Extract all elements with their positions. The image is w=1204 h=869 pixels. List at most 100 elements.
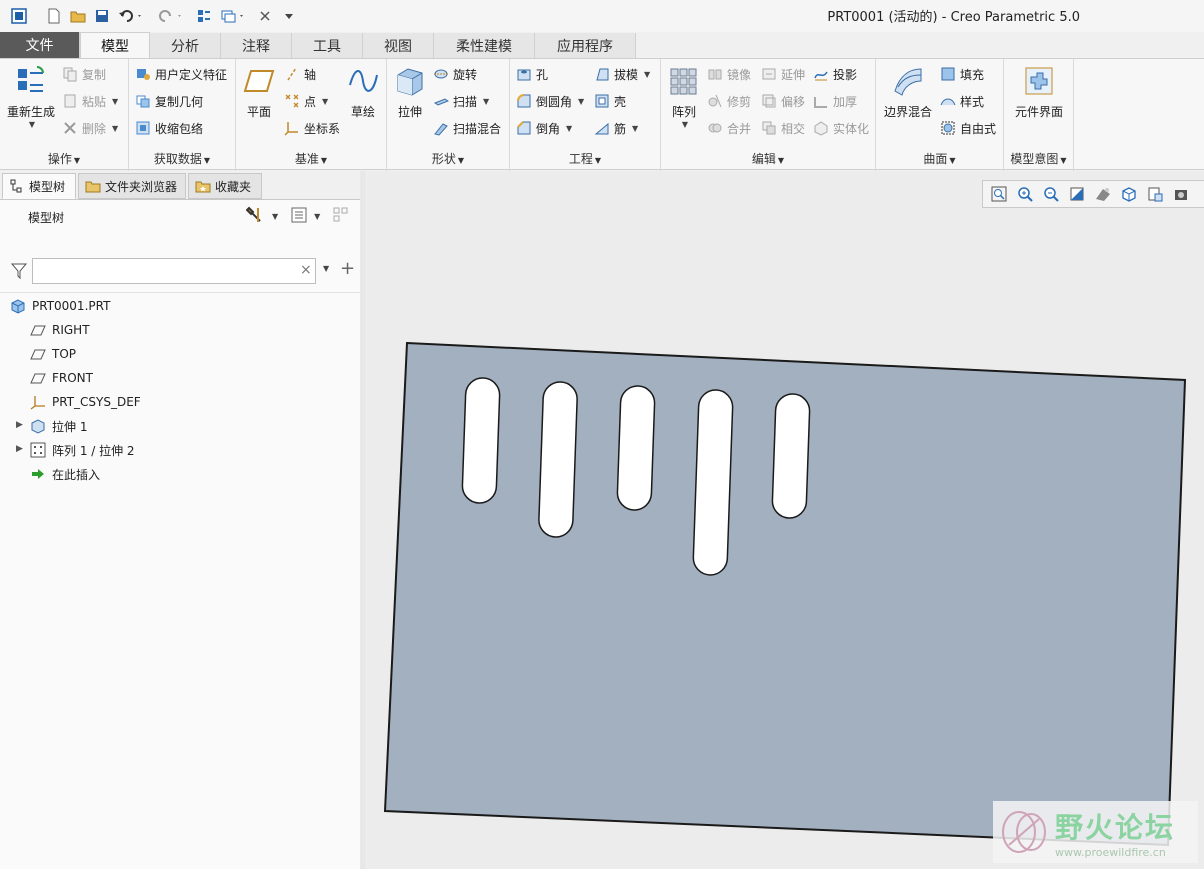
tab-model[interactable]: 模型 bbox=[80, 32, 150, 59]
offset-button[interactable]: 偏移 bbox=[761, 90, 805, 112]
tree-item-part[interactable]: PRT0001.PRT bbox=[10, 296, 110, 316]
extrude-button[interactable]: 拉伸 bbox=[393, 65, 427, 120]
open-folder-icon[interactable] bbox=[68, 6, 88, 26]
shell-button[interactable]: 壳 bbox=[594, 90, 626, 112]
group-label-shapes[interactable]: 形状 ▼ bbox=[387, 150, 509, 167]
chevron-down-icon[interactable]: ▼ bbox=[632, 124, 638, 133]
tree-item-csys[interactable]: PRT_CSYS_DEF bbox=[30, 392, 141, 412]
settings-tools-icon[interactable] bbox=[245, 206, 266, 227]
group-label-surfaces[interactable]: 曲面 ▼ bbox=[876, 150, 1003, 167]
boundary-blend-button[interactable]: 边界混合 bbox=[882, 65, 934, 120]
group-label-model-intent[interactable]: 模型意图 ▼ bbox=[1004, 150, 1073, 167]
add-filter-icon[interactable]: + bbox=[340, 258, 355, 279]
style-button[interactable]: 样式 bbox=[940, 90, 984, 112]
filter-icon[interactable] bbox=[10, 262, 28, 283]
mirror-button[interactable]: 镜像 bbox=[707, 63, 751, 85]
tab-tools[interactable]: 工具 bbox=[292, 33, 363, 58]
tab-favorites[interactable]: 收藏夹 bbox=[188, 173, 262, 199]
csys-button[interactable]: 坐标系 bbox=[284, 117, 340, 139]
freestyle-button[interactable]: 自由式 bbox=[940, 117, 996, 139]
tab-model-tree[interactable]: 模型树 bbox=[2, 173, 76, 199]
redo-icon[interactable] bbox=[156, 6, 186, 26]
chamfer-button[interactable]: 倒角 ▼ bbox=[516, 117, 572, 139]
tree-item-extrude-1[interactable]: 拉伸 1 bbox=[30, 416, 87, 436]
solidify-button[interactable]: 实体化 bbox=[813, 117, 869, 139]
save-icon[interactable] bbox=[92, 6, 112, 26]
tree-item-insert-here[interactable]: 在此插入 bbox=[30, 464, 100, 484]
windows-icon[interactable] bbox=[218, 6, 248, 26]
tree-item-front[interactable]: FRONT bbox=[30, 368, 93, 388]
expand-arrow-icon[interactable]: ▶ bbox=[16, 444, 23, 454]
tree-search-input[interactable] bbox=[32, 258, 316, 284]
group-label-get-data[interactable]: 获取数据 ▼ bbox=[129, 150, 235, 167]
fill-button[interactable]: 填充 bbox=[940, 63, 984, 85]
chevron-down-icon[interactable]: ▼ bbox=[682, 120, 688, 129]
show-columns-icon[interactable] bbox=[290, 206, 308, 227]
revolve-button[interactable]: 旋转 bbox=[433, 63, 477, 85]
undo-icon[interactable] bbox=[116, 6, 146, 26]
intersect-button[interactable]: 相交 bbox=[761, 117, 805, 139]
expand-arrow-icon[interactable]: ▶ bbox=[16, 420, 23, 430]
regenerate-icon bbox=[18, 66, 44, 92]
regenerate-button[interactable]: 重新生成 ▼ bbox=[6, 65, 56, 129]
tab-folder-browser[interactable]: 文件夹浏览器 bbox=[78, 173, 186, 199]
tree-item-pattern-1[interactable]: 阵列 1 / 拉伸 2 bbox=[30, 440, 135, 460]
merge-button[interactable]: 合并 bbox=[707, 117, 751, 139]
group-label-editing[interactable]: 编辑 ▼ bbox=[661, 150, 875, 167]
chevron-down-icon[interactable]: ▼ bbox=[112, 97, 118, 106]
pattern-button[interactable]: 阵列 ▼ bbox=[667, 65, 701, 129]
panel-sash[interactable] bbox=[360, 171, 366, 869]
tab-view[interactable]: 视图 bbox=[363, 33, 434, 58]
extend-button[interactable]: 延伸 bbox=[761, 63, 805, 85]
rib-button[interactable]: 筋 ▼ bbox=[594, 117, 638, 139]
sweep-button[interactable]: 扫描 ▼ bbox=[433, 90, 489, 112]
trim-button[interactable]: 修剪 bbox=[707, 90, 751, 112]
tab-applications[interactable]: 应用程序 bbox=[535, 33, 636, 58]
sketch-button[interactable]: 草绘 bbox=[344, 65, 382, 120]
graphics-window[interactable]: 野火论坛 www.proewildfire.cn bbox=[367, 171, 1204, 869]
close-window-icon[interactable] bbox=[256, 6, 274, 26]
group-model-intent: 元件界面 模型意图 ▼ bbox=[1004, 59, 1074, 171]
tree-item-right[interactable]: RIGHT bbox=[30, 320, 90, 340]
plane-button[interactable]: 平面 bbox=[242, 65, 276, 120]
delete-button[interactable]: 删除 ▼ bbox=[62, 117, 118, 139]
udf-button[interactable]: 用户定义特征 bbox=[135, 63, 227, 85]
hole-button[interactable]: 孔 bbox=[516, 63, 548, 85]
clear-search-icon[interactable]: × bbox=[300, 262, 312, 278]
axis-button[interactable]: 轴 bbox=[284, 63, 316, 85]
project-button[interactable]: 投影 bbox=[813, 63, 857, 85]
round-button[interactable]: 倒圆角 ▼ bbox=[516, 90, 584, 112]
thicken-button[interactable]: 加厚 bbox=[813, 90, 857, 112]
point-button[interactable]: 点 ▼ bbox=[284, 90, 328, 112]
chevron-down-icon[interactable]: ▼ bbox=[644, 70, 650, 79]
swept-blend-button[interactable]: 扫描混合 bbox=[433, 117, 501, 139]
chevron-down-icon[interactable]: ▼ bbox=[112, 124, 118, 133]
group-label-datum[interactable]: 基准 ▼ bbox=[236, 150, 386, 167]
chevron-down-icon[interactable]: ▼ bbox=[483, 97, 489, 106]
copy-button[interactable]: 复制 bbox=[62, 63, 106, 85]
component-interface-button[interactable]: 元件界面 bbox=[1010, 65, 1068, 120]
chevron-down-icon[interactable]: ▼ bbox=[323, 264, 329, 273]
group-label-operations[interactable]: 操作 ▼ bbox=[0, 150, 128, 167]
chevron-down-icon[interactable]: ▼ bbox=[578, 97, 584, 106]
chevron-down-icon[interactable]: ▼ bbox=[29, 120, 35, 129]
tab-annotate[interactable]: 注释 bbox=[221, 33, 292, 58]
tab-file[interactable]: 文件 bbox=[0, 32, 80, 58]
copy-geometry-button[interactable]: 复制几何 bbox=[135, 90, 203, 112]
chevron-down-icon[interactable]: ▼ bbox=[272, 212, 278, 221]
new-file-icon[interactable] bbox=[44, 6, 64, 26]
chevron-down-icon[interactable]: ▼ bbox=[314, 212, 320, 221]
regenerate-quick-icon[interactable] bbox=[194, 6, 214, 26]
tab-flexible-modeling[interactable]: 柔性建模 bbox=[434, 33, 535, 58]
tree-filter-grid-icon[interactable] bbox=[332, 206, 350, 227]
tree-item-top[interactable]: TOP bbox=[30, 344, 76, 364]
chevron-down-icon[interactable]: ▼ bbox=[566, 124, 572, 133]
shrinkwrap-button[interactable]: 收缩包络 bbox=[135, 117, 203, 139]
tab-analysis[interactable]: 分析 bbox=[150, 33, 221, 58]
paste-button[interactable]: 粘贴 ▼ bbox=[62, 90, 118, 112]
customize-toolbar-icon[interactable] bbox=[280, 6, 298, 26]
chevron-down-icon[interactable]: ▼ bbox=[322, 97, 328, 106]
group-label-engineering[interactable]: 工程 ▼ bbox=[510, 150, 660, 167]
draft-button[interactable]: 拔模 ▼ bbox=[594, 63, 650, 85]
app-menu-icon[interactable] bbox=[8, 6, 30, 26]
